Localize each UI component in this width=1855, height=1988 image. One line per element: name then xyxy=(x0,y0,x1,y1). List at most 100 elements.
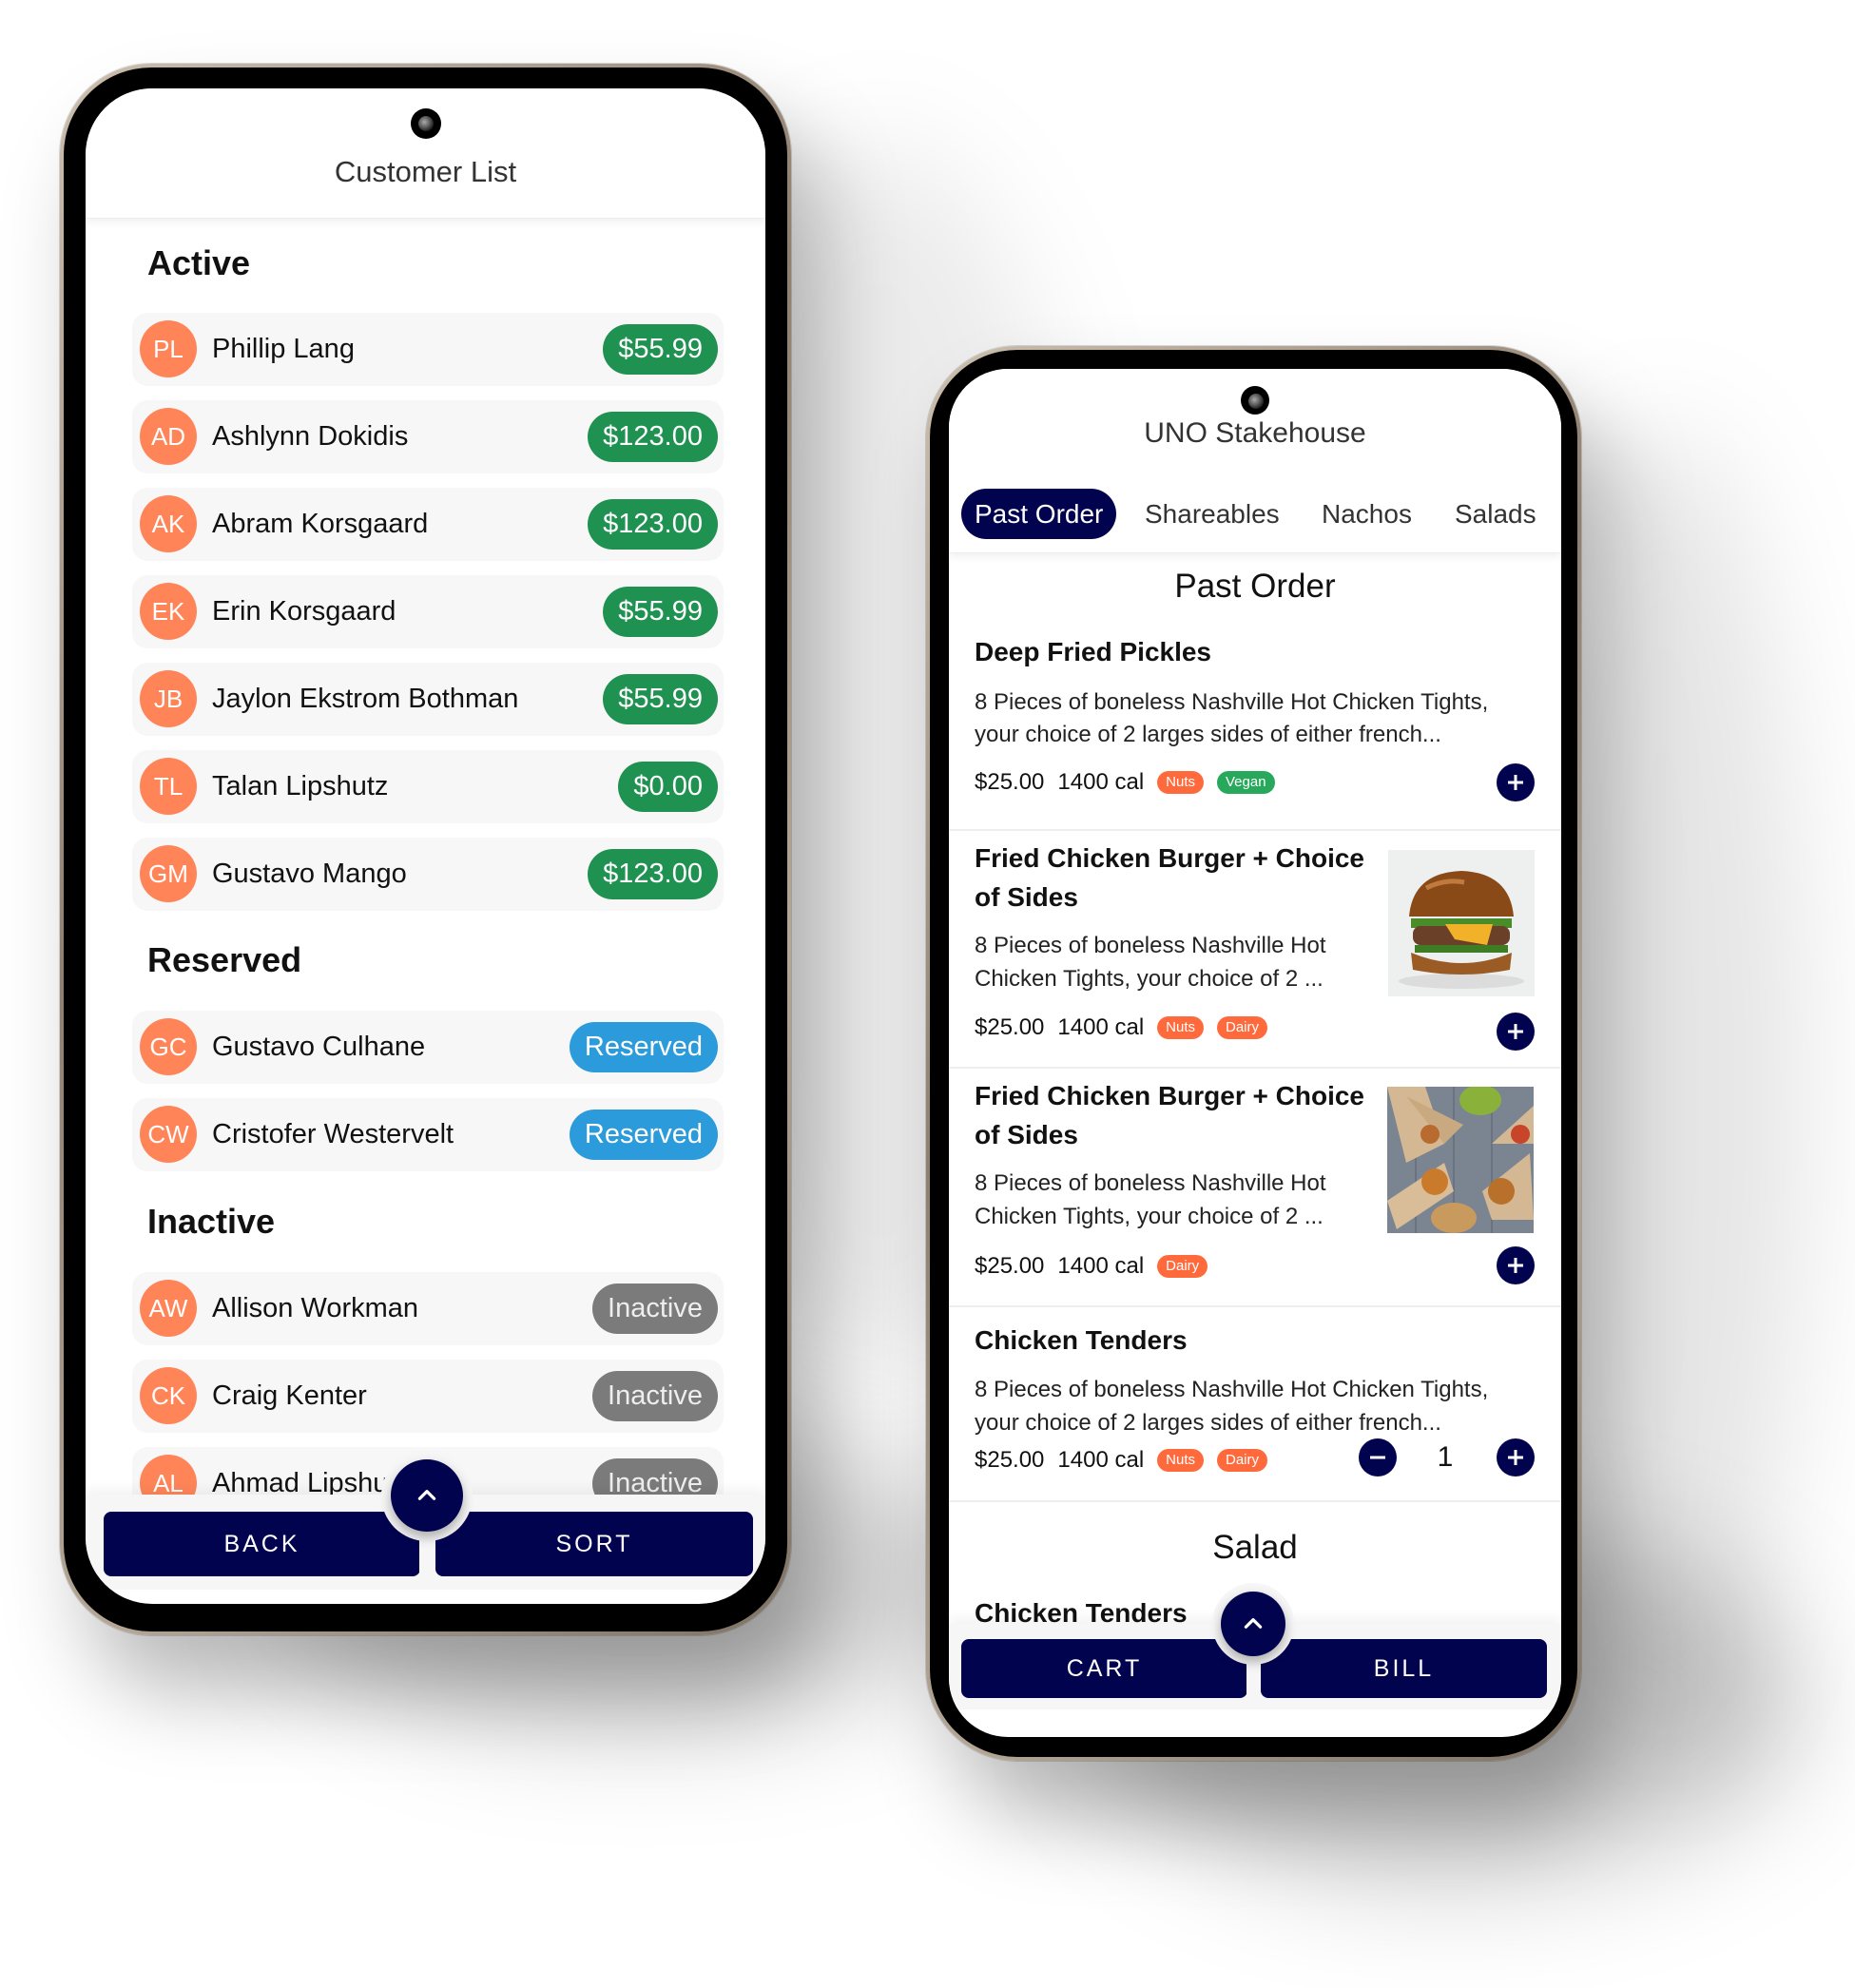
section-heading-salad: Salad xyxy=(1212,1529,1298,1566)
item-calories: 1400 cal xyxy=(1057,1014,1145,1040)
customer-name: Erin Korsgaard xyxy=(212,596,396,627)
scroll-up-fab[interactable] xyxy=(391,1459,463,1532)
item-price: $25.00 xyxy=(975,769,1045,795)
status-badge: Reserved xyxy=(569,1110,718,1160)
item-calories: 1400 cal xyxy=(1057,769,1145,795)
tab-shareables[interactable]: Shareables xyxy=(1145,489,1280,539)
customer-row[interactable]: GC Gustavo Culhane Reserved xyxy=(132,1011,724,1084)
section-title-active: Active xyxy=(147,243,251,282)
customer-row[interactable]: GM Gustavo Mango $123.00 xyxy=(132,838,724,911)
menu-item[interactable]: Fried Chicken Burger + Choice of Sides 8… xyxy=(949,1069,1561,1307)
status-badge: Inactive xyxy=(592,1284,718,1334)
avatar: TL xyxy=(140,758,197,815)
item-title: Deep Fried Pickles xyxy=(975,637,1212,666)
item-meta: $25.00 1400 cal Nuts Vegan xyxy=(975,768,1275,797)
item-description: Chicken Tights, your choice of 2 ... xyxy=(975,966,1324,992)
customer-list-screen: Customer List Active PL Phillip Lang $55… xyxy=(86,88,765,1604)
cart-button[interactable]: CART xyxy=(961,1639,1247,1698)
plus-icon xyxy=(1508,1450,1523,1465)
tab-salads[interactable]: Salads xyxy=(1455,489,1536,539)
increase-quantity-button[interactable] xyxy=(1497,1438,1535,1477)
item-meta: $25.00 1400 cal Nuts Dairy xyxy=(975,1013,1268,1042)
avatar: GC xyxy=(140,1018,197,1075)
customer-row[interactable]: AW Allison Workman Inactive xyxy=(132,1272,724,1345)
avatar: JB xyxy=(140,670,197,727)
menu-item[interactable]: Fried Chicken Burger + Choice of Sides 8… xyxy=(949,831,1561,1069)
item-description: 8 Pieces of boneless Nashville Hot xyxy=(975,1170,1326,1196)
restaurant-title: UNO Stakehouse xyxy=(1144,417,1366,449)
customer-row[interactable]: PL Phillip Lang $55.99 xyxy=(132,313,724,386)
plus-icon xyxy=(1508,1258,1523,1273)
item-description: 8 Pieces of boneless Nashville Hot xyxy=(975,933,1326,958)
customer-name: Allison Workman xyxy=(212,1293,419,1323)
item-title: of Sides xyxy=(975,1120,1078,1149)
customer-row[interactable]: JB Jaylon Ekstrom Bothman $55.99 xyxy=(132,663,724,736)
customer-row[interactable]: CK Craig Kenter Inactive xyxy=(132,1360,724,1433)
decrease-quantity-button[interactable] xyxy=(1359,1438,1397,1477)
menu-item[interactable]: Deep Fried Pickles 8 Pieces of boneless … xyxy=(949,553,1561,831)
avatar: GM xyxy=(140,845,197,902)
tag-nuts: Nuts xyxy=(1157,771,1204,794)
customer-row[interactable]: AK Abram Korsgaard $123.00 xyxy=(132,488,724,561)
scroll-up-fab[interactable] xyxy=(1221,1592,1285,1656)
front-camera-icon xyxy=(411,108,441,139)
fab-cutout-stem xyxy=(419,1524,435,1581)
item-description: your choice of 2 larges sides of either … xyxy=(975,722,1441,747)
customer-name: Abram Korsgaard xyxy=(212,509,429,539)
customer-name: Ashlynn Dokidis xyxy=(212,421,409,452)
tag-dairy: Dairy xyxy=(1157,1255,1208,1278)
section-title-reserved: Reserved xyxy=(147,940,302,979)
avatar: AK xyxy=(140,495,197,552)
balance-badge: $123.00 xyxy=(588,499,718,550)
avatar: CW xyxy=(140,1106,197,1163)
customer-row[interactable]: CW Cristofer Westervelt Reserved xyxy=(132,1098,724,1171)
tag-dairy: Dairy xyxy=(1217,1016,1268,1039)
add-item-button[interactable] xyxy=(1497,1246,1535,1284)
item-title: of Sides xyxy=(975,882,1078,912)
balance-badge: $55.99 xyxy=(603,674,718,724)
back-button[interactable]: BACK xyxy=(104,1512,420,1576)
burger-photo xyxy=(1388,850,1535,996)
customer-row[interactable]: AD Ashlynn Dokidis $123.00 xyxy=(132,400,724,473)
customer-name: Gustavo Culhane xyxy=(212,1032,426,1062)
item-description: 8 Pieces of boneless Nashville Hot Chick… xyxy=(975,689,1489,715)
add-item-button[interactable] xyxy=(1497,763,1535,801)
add-item-button[interactable] xyxy=(1497,1013,1535,1051)
page-title: Customer List xyxy=(334,155,517,188)
item-price: $25.00 xyxy=(975,1253,1045,1279)
bill-button[interactable]: BILL xyxy=(1261,1639,1547,1698)
item-description: 8 Pieces of boneless Nashville Hot Chick… xyxy=(975,1377,1489,1402)
balance-badge: $123.00 xyxy=(588,412,718,462)
item-title: Chicken Tenders xyxy=(975,1325,1188,1355)
balance-badge: $0.00 xyxy=(618,762,718,812)
customer-row[interactable]: EK Erin Korsgaard $55.99 xyxy=(132,575,724,648)
menu-item[interactable]: Chicken Tenders 8 Pieces of boneless Nas… xyxy=(949,1307,1561,1502)
item-calories: 1400 cal xyxy=(1057,1447,1145,1473)
item-meta: $25.00 1400 cal Nuts Dairy xyxy=(975,1446,1268,1475)
customer-name: Craig Kenter xyxy=(212,1380,367,1411)
tab-past-order[interactable]: Past Order xyxy=(961,489,1117,539)
avatar: CK xyxy=(140,1367,197,1424)
tag-dairy: Dairy xyxy=(1217,1449,1268,1472)
avatar: EK xyxy=(140,583,197,640)
item-meta: $25.00 1400 cal Dairy xyxy=(975,1252,1208,1281)
sort-button[interactable]: SORT xyxy=(435,1512,753,1576)
customer-name: Gustavo Mango xyxy=(212,859,407,889)
tag-nuts: Nuts xyxy=(1157,1449,1204,1472)
wraps-photo xyxy=(1387,1087,1534,1233)
customer-name: Cristofer Westervelt xyxy=(212,1119,454,1149)
item-price: $25.00 xyxy=(975,1447,1045,1473)
plus-icon xyxy=(1508,775,1523,790)
avatar: AW xyxy=(140,1280,197,1337)
customer-row[interactable]: TL Talan Lipshutz $0.00 xyxy=(132,750,724,823)
tag-vegan: Vegan xyxy=(1217,771,1275,794)
tab-nachos[interactable]: Nachos xyxy=(1322,489,1412,539)
chevron-up-icon xyxy=(417,1490,436,1500)
item-calories: 1400 cal xyxy=(1057,1253,1145,1279)
chevron-up-icon xyxy=(1244,1618,1263,1629)
customer-name: Talan Lipshutz xyxy=(212,771,389,801)
plus-icon xyxy=(1508,1024,1523,1039)
front-camera-icon xyxy=(1241,386,1269,415)
item-title: Fried Chicken Burger + Choice xyxy=(975,1081,1364,1110)
avatar: PL xyxy=(140,320,197,377)
